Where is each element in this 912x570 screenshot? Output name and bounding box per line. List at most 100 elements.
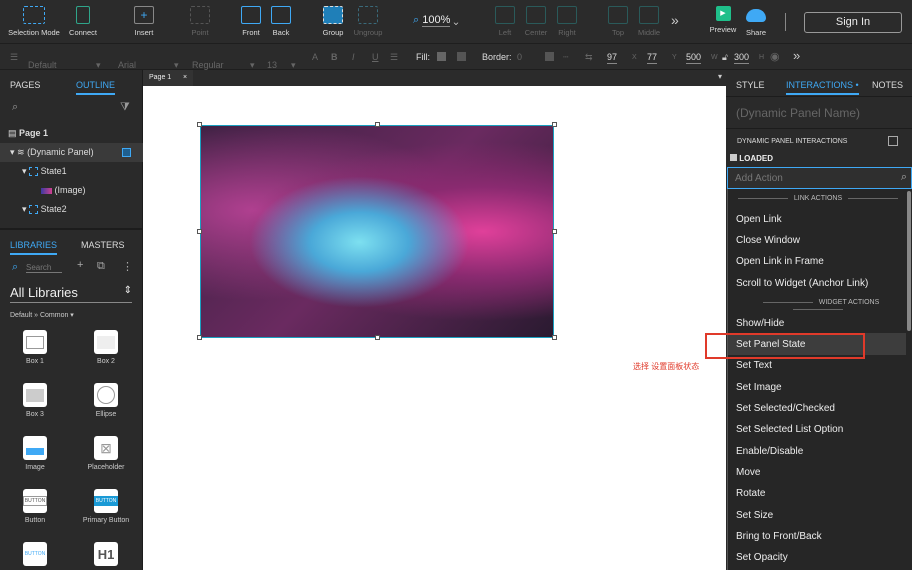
menu-item-show-hide[interactable]: Show/Hide (736, 318, 784, 329)
widget-image[interactable]: Image (5, 436, 65, 471)
align-middle-button[interactable]: Middle (619, 6, 679, 37)
height-input[interactable]: 300 (734, 52, 750, 64)
box2-icon (94, 330, 118, 354)
border-style-icon[interactable]: ┄ (563, 52, 568, 63)
widget-box3[interactable]: Box 3 (5, 383, 65, 418)
chevron-down-icon[interactable]: ▾ (718, 72, 722, 81)
dynamic-panel-image[interactable] (200, 125, 554, 338)
sign-in-button[interactable]: Sign In (804, 12, 902, 33)
connect-button[interactable]: Connect (53, 6, 113, 37)
eye-icon[interactable]: ◉ (770, 50, 780, 63)
library-search-input[interactable]: Search (26, 263, 62, 273)
menu-item-set-size[interactable]: Set Size (736, 510, 773, 521)
y-input[interactable]: 77 (647, 52, 658, 64)
label: State1 (40, 166, 67, 176)
more-chevron-icon[interactable]: » (671, 12, 679, 28)
widget-primary-button[interactable]: BUTTON Primary Button (76, 489, 136, 524)
menu-item-open-link[interactable]: Open Link (736, 214, 782, 225)
resize-handle[interactable] (375, 335, 380, 340)
widget-box2[interactable]: Box 2 (76, 330, 136, 365)
x-input[interactable]: 97 (607, 52, 618, 64)
library-breadcrumb[interactable]: Default » Common ▾ (10, 311, 74, 319)
filter-icon[interactable]: ⧩ (120, 101, 130, 114)
shadow-swatch[interactable] (457, 52, 466, 61)
menu-item-close-window[interactable]: Close Window (736, 235, 800, 246)
x-label: X (632, 54, 637, 61)
border-width-input[interactable]: 0 (517, 52, 522, 62)
menu-item-scroll-to-widget[interactable]: Scroll to Widget (Anchor Link) (736, 278, 868, 289)
tree-item-image[interactable]: (Image) (0, 181, 143, 200)
resize-handle[interactable] (197, 335, 202, 340)
add-action-input[interactable]: Add Action ⌕ (727, 167, 912, 189)
more-chevron-icon[interactable]: » (793, 48, 800, 63)
collapse-icon[interactable] (888, 136, 898, 146)
font-color-icon[interactable]: A (312, 52, 318, 62)
tree-item-state1[interactable]: ▾ State1 (0, 162, 143, 181)
menu-item-set-list-option[interactable]: Set Selected List Option (736, 424, 843, 435)
tab-pages[interactable]: PAGES (10, 80, 40, 90)
resize-handle[interactable] (552, 122, 557, 127)
lock-icon[interactable]: 🔓︎ (722, 52, 728, 63)
width-input[interactable]: 500 (686, 52, 702, 64)
tree-item-state2[interactable]: ▾ State2 (0, 200, 143, 219)
menu-item-enable-disable[interactable]: Enable/Disable (736, 446, 803, 457)
w-label: W (711, 54, 718, 61)
insert-button[interactable]: + Insert (114, 6, 174, 37)
tree-item-dynamic-panel[interactable]: ▾ ≋ (Dynamic Panel) (0, 143, 143, 162)
italic-icon[interactable]: I (352, 52, 355, 62)
label: Right (558, 28, 576, 37)
search-icon: ⌕ (413, 14, 420, 26)
tab-interactions[interactable]: INTERACTIONS • (786, 80, 859, 95)
resize-handle[interactable] (552, 229, 557, 234)
menu-item-rotate[interactable]: Rotate (736, 488, 765, 499)
box3-icon (23, 383, 47, 407)
bold-icon[interactable]: B (331, 52, 338, 62)
event-loaded[interactable]: LOADED (730, 154, 773, 163)
ungroup-button[interactable]: Ungroup (338, 6, 398, 37)
label: Image (25, 464, 45, 471)
add-library-icon[interactable]: + (77, 259, 83, 271)
close-icon[interactable]: × (183, 70, 187, 86)
back-button[interactable]: Back (251, 6, 311, 37)
tab-masters[interactable]: MASTERS (81, 240, 125, 250)
library-stack-icon[interactable]: ⧉ (97, 260, 105, 273)
more-menu-icon[interactable]: ⋮ (122, 260, 133, 273)
menu-item-set-image[interactable]: Set Image (736, 382, 782, 393)
fill-color-swatch[interactable] (437, 52, 446, 61)
menu-item-move[interactable]: Move (736, 467, 760, 478)
tab-notes[interactable]: NOTES (872, 80, 903, 90)
box1-icon (23, 330, 47, 354)
menu-item-set-opacity[interactable]: Set Opacity (736, 552, 788, 563)
list-icon[interactable]: ☰ (390, 52, 398, 63)
arrow-style-icon[interactable]: ⇆ (585, 52, 593, 63)
panel-name-input[interactable]: (Dynamic Panel Name) (736, 106, 860, 120)
menu-item-set-text[interactable]: Set Text (736, 360, 772, 371)
resize-handle[interactable] (375, 122, 380, 127)
widget-box1[interactable]: Box 1 (5, 330, 65, 365)
resize-handle[interactable] (552, 335, 557, 340)
tree-item-page[interactable]: ▤ Page 1 (0, 124, 143, 143)
library-select[interactable]: All Libraries ⇕ (10, 285, 132, 303)
zoom-value: 100% (422, 14, 451, 27)
tab-libraries[interactable]: LIBRARIES (10, 240, 58, 255)
search-icon[interactable]: ⌕ (12, 101, 18, 114)
widget-link-button[interactable]: BUTTON (5, 542, 65, 570)
share-button[interactable]: Share (726, 6, 786, 37)
label: Page 1 (19, 128, 49, 138)
widget-heading1[interactable]: H1 (76, 542, 136, 570)
menu-item-bring-front-back[interactable]: Bring to Front/Back (736, 531, 822, 542)
resize-handle[interactable] (197, 122, 202, 127)
resize-handle[interactable] (197, 229, 202, 234)
zoom-select[interactable]: ⌕ 100% ⌄ (413, 14, 459, 27)
underline-icon[interactable]: U (372, 52, 379, 62)
menu-item-open-link-in-frame[interactable]: Open Link in Frame (736, 256, 824, 267)
tab-outline[interactable]: OUTLINE (76, 80, 116, 95)
widget-button[interactable]: BUTTON Button (5, 489, 65, 524)
widget-placeholder[interactable]: ⊠ Placeholder (76, 436, 136, 471)
minus-icon (730, 154, 737, 161)
border-color-swatch[interactable] (545, 52, 554, 61)
widget-ellipse[interactable]: Ellipse (76, 383, 136, 418)
tab-page1[interactable]: Page 1 × (143, 70, 193, 86)
tab-style[interactable]: STYLE (736, 80, 765, 90)
menu-item-set-selected[interactable]: Set Selected/Checked (736, 403, 835, 414)
